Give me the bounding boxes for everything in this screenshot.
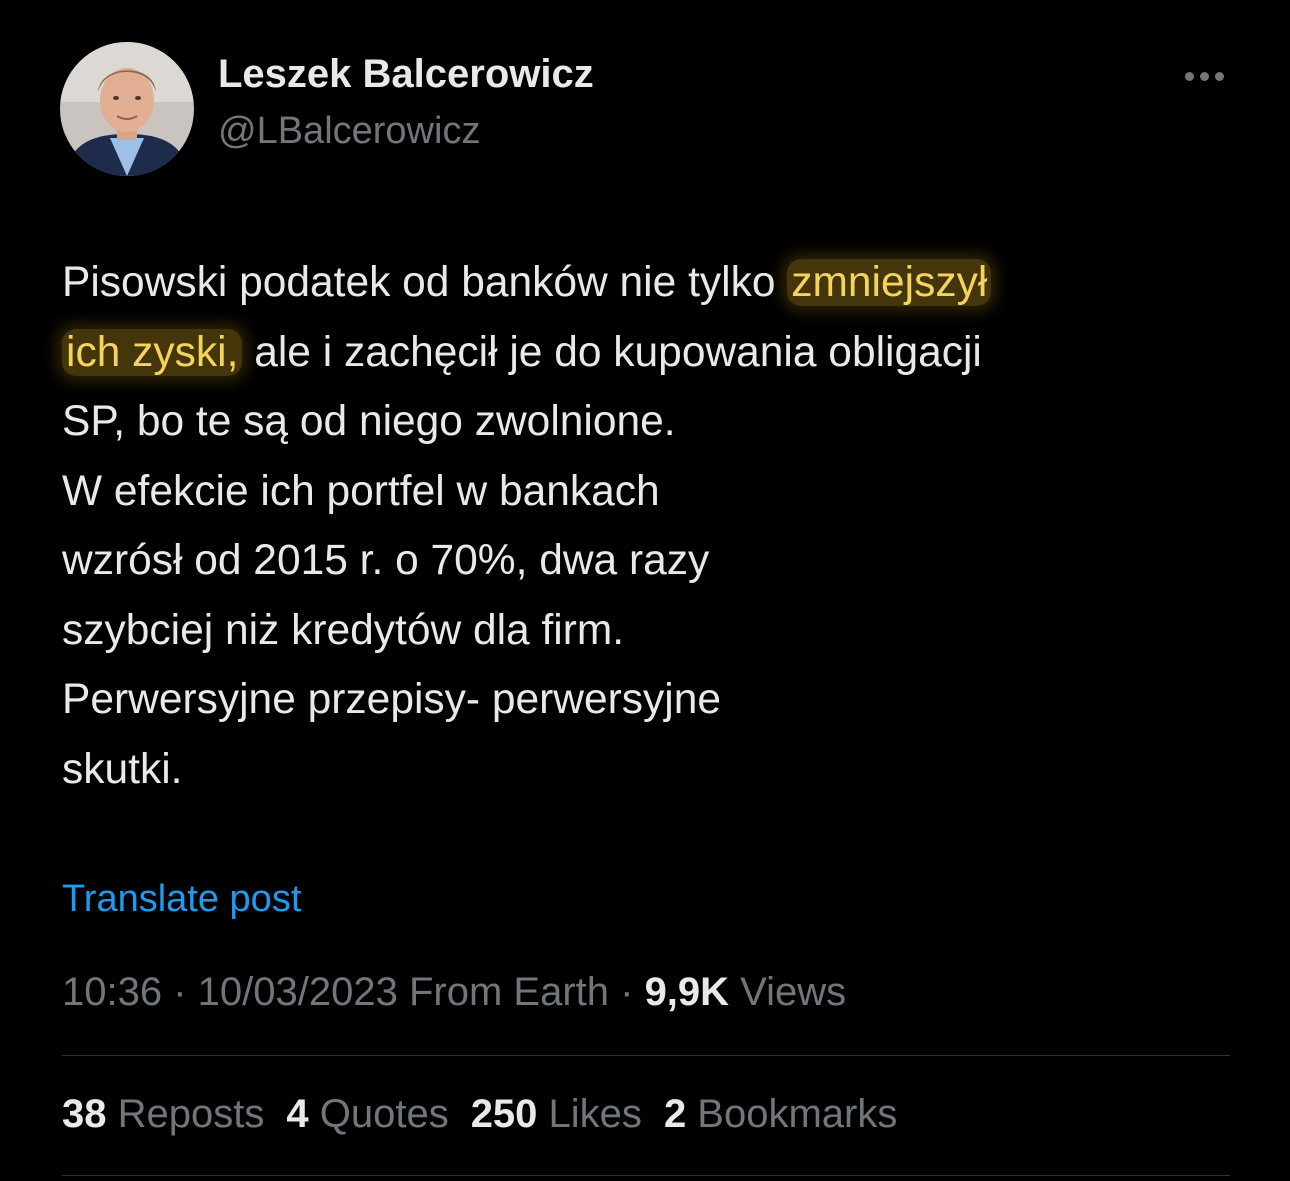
more-horizontal-icon-dot: [1214, 71, 1224, 81]
translate-post-link[interactable]: Translate post: [62, 878, 301, 921]
divider: [62, 1175, 1230, 1176]
text-segment: ale i zachęcił je do kupowania obligacji: [242, 328, 982, 376]
bookmarks-stat[interactable]: 2 Bookmarks: [664, 1092, 897, 1136]
views-label: Views: [729, 970, 847, 1014]
likes-stat[interactable]: 250 Likes: [471, 1092, 642, 1136]
author-name[interactable]: Leszek Balcerowicz: [218, 52, 594, 97]
more-options-button[interactable]: [1176, 60, 1232, 92]
reposts-count: 38: [62, 1092, 107, 1136]
post-date[interactable]: 10/03/2023: [198, 970, 398, 1014]
divider: [62, 1055, 1230, 1056]
tweet: Leszek Balcerowicz @LBalcerowicz Pisowsk…: [0, 0, 1290, 1181]
quotes-stat[interactable]: 4 Quotes: [286, 1092, 448, 1136]
post-line: ich zyski, ale i zachęcił je do kupowani…: [62, 318, 1242, 388]
post-meta: 10:36 · 10/03/2023 From Earth · 9,9K Vie…: [62, 970, 846, 1015]
more-horizontal-icon: [1184, 71, 1194, 81]
post-line: Pisowski podatek od banków nie tylko zmn…: [62, 248, 1242, 318]
highlighted-text: zmniejszył: [787, 259, 992, 306]
post-time[interactable]: 10:36: [62, 970, 162, 1014]
text-segment: Pisowski podatek od banków nie tylko: [62, 259, 788, 306]
likes-count: 250: [470, 1092, 538, 1136]
quotes-label: Quotes: [308, 1092, 449, 1136]
post-line: wzrósł od 2015 r. o 70%, dwa razy: [62, 537, 710, 584]
post-line: Perwersyjne przepisy- perwersyjne: [62, 676, 721, 723]
post-stats: 38 Reposts 4 Quotes 250 Likes 2 Bookmarks: [62, 1092, 919, 1137]
reposts-stat[interactable]: 38 Reposts: [62, 1092, 264, 1136]
avatar[interactable]: [60, 42, 194, 176]
post-line: SP, bo te są od niego zwolnione.: [62, 398, 676, 445]
avatar-photo-icon: [60, 42, 194, 176]
highlighted-text: ich zyski,: [62, 328, 243, 376]
meta-separator: ·: [609, 970, 645, 1014]
post-line: szybciej niż kredytów dla firm.: [62, 606, 625, 654]
author-handle[interactable]: @LBalcerowicz: [218, 110, 480, 153]
views-count: 9,9K: [644, 970, 730, 1014]
more-horizontal-icon-dot: [1199, 71, 1209, 81]
post-source: From Earth: [397, 970, 610, 1014]
meta-separator: ·: [162, 970, 198, 1014]
bookmarks-count: 2: [663, 1092, 687, 1136]
reposts-label: Reposts: [106, 1092, 265, 1136]
likes-label: Likes: [537, 1092, 642, 1136]
post-line: skutki.: [62, 745, 183, 793]
post-line: W efekcie ich portfel w bankach: [62, 467, 660, 515]
post-text: Pisowski podatek od banków nie tylko zmn…: [62, 248, 1242, 804]
quotes-count: 4: [286, 1092, 309, 1136]
bookmarks-label: Bookmarks: [686, 1092, 898, 1136]
